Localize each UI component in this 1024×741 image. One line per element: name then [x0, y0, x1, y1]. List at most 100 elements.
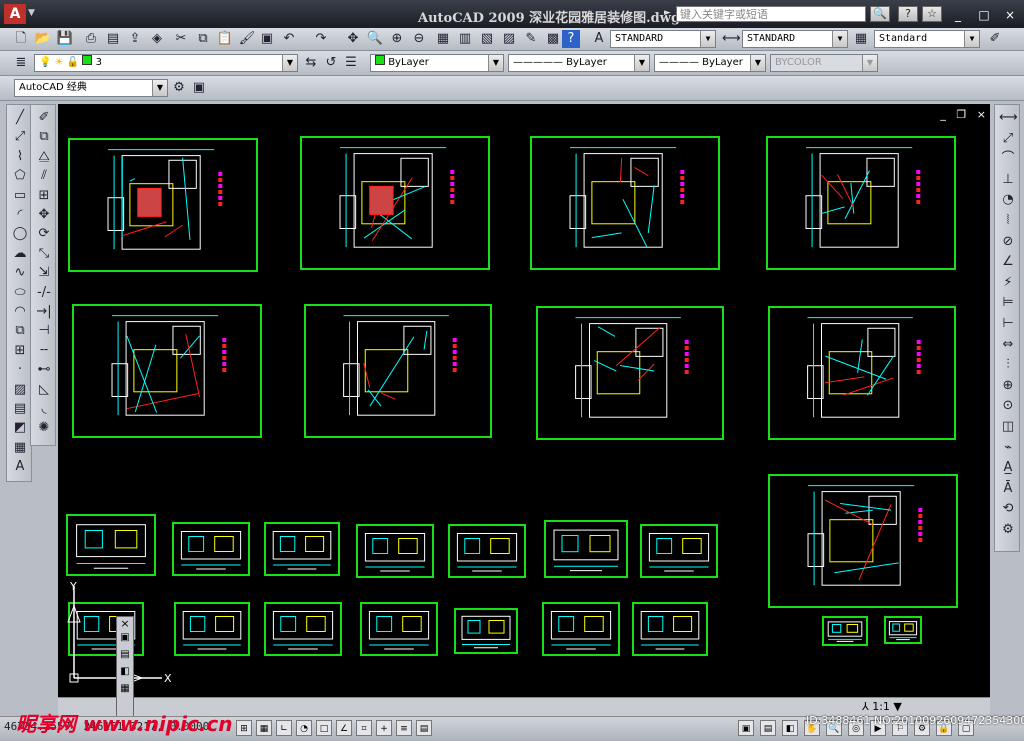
- line-icon[interactable]: ╱: [11, 109, 29, 127]
- new-file-icon[interactable]: 🗋: [12, 30, 30, 48]
- osnap-toggle-icon[interactable]: □: [316, 720, 332, 736]
- join-icon[interactable]: ⊷: [35, 361, 53, 379]
- layer-manager-icon[interactable]: ≣: [12, 54, 30, 72]
- linear-dim-icon[interactable]: ⟷: [999, 109, 1017, 127]
- aligned-dim-icon[interactable]: ⤢: [999, 130, 1017, 148]
- drawing-sheet[interactable]: [454, 608, 518, 654]
- publish-icon[interactable]: ⇪: [126, 30, 144, 48]
- text-style-icon[interactable]: A: [590, 30, 608, 48]
- rotate-icon[interactable]: ⟳: [35, 225, 53, 243]
- drawing-area[interactable]: _ ❐ × Y X: [58, 104, 990, 697]
- toolbar-icon-3[interactable]: ◧: [117, 666, 133, 677]
- offset-icon[interactable]: ⫽: [35, 167, 53, 185]
- workspace-select[interactable]: AutoCAD 经典▼: [14, 79, 168, 97]
- table-icon[interactable]: ▦: [11, 439, 29, 457]
- search-input[interactable]: 键入关键字或短语: [676, 6, 866, 22]
- construction-line-icon[interactable]: ⤢: [11, 128, 29, 146]
- fillet-icon[interactable]: ◟: [35, 400, 53, 418]
- drawing-restore-button[interactable]: ❐: [956, 108, 966, 121]
- quick-view-icon[interactable]: ◧: [782, 720, 798, 736]
- jogged-icon[interactable]: ⦚: [999, 212, 1017, 230]
- hatch-icon[interactable]: ▨: [11, 381, 29, 399]
- drawing-sheet[interactable]: [72, 304, 262, 438]
- save-workspace-icon[interactable]: ▣: [190, 79, 208, 97]
- drawing-sheet[interactable]: [544, 520, 628, 578]
- copy-icon[interactable]: ⧉: [194, 30, 212, 48]
- drawing-sheet[interactable]: [822, 616, 868, 646]
- pan-icon[interactable]: ✥: [344, 30, 362, 48]
- match-properties-icon[interactable]: 🖌: [238, 30, 256, 48]
- zoom-previous-icon[interactable]: ⊖: [410, 30, 428, 48]
- lineweight-select[interactable]: ———— ByLayer▼: [654, 54, 766, 72]
- dim-update-icon[interactable]: ⟲: [999, 500, 1017, 518]
- region-icon[interactable]: ◩: [11, 419, 29, 437]
- paste-icon[interactable]: 📋: [216, 30, 234, 48]
- quick-dim-icon[interactable]: ⚡: [999, 274, 1017, 292]
- tool-palettes-icon[interactable]: ▧: [478, 30, 496, 48]
- ordinate-icon[interactable]: ⊥: [999, 171, 1017, 189]
- dim-style-icon[interactable]: ⚙: [999, 521, 1017, 539]
- angular-icon[interactable]: ∠: [999, 253, 1017, 271]
- point-icon[interactable]: ·: [11, 361, 29, 379]
- rectangle-icon[interactable]: ▭: [11, 187, 29, 205]
- explode-icon[interactable]: ✺: [35, 419, 53, 437]
- otrack-toggle-icon[interactable]: ∠: [336, 720, 352, 736]
- chevron-down-icon[interactable]: ▼: [700, 31, 715, 47]
- drawing-sheet[interactable]: [304, 304, 492, 438]
- color-select[interactable]: ByLayer ▼: [370, 54, 504, 72]
- binoculars-icon[interactable]: 🔍: [870, 6, 890, 22]
- drawing-close-button[interactable]: ×: [977, 108, 986, 121]
- markup-icon[interactable]: ✎: [522, 30, 540, 48]
- move-icon[interactable]: ✥: [35, 206, 53, 224]
- design-center-icon[interactable]: ▥: [456, 30, 474, 48]
- chevron-down-icon[interactable]: ▼: [488, 55, 503, 71]
- arc-icon[interactable]: ◜: [11, 206, 29, 224]
- polar-toggle-icon[interactable]: ◔: [296, 720, 312, 736]
- break-icon[interactable]: ╌: [35, 342, 53, 360]
- layout-icon[interactable]: ▤: [760, 720, 776, 736]
- qp-toggle-icon[interactable]: ▤: [416, 720, 432, 736]
- sheet-set-icon[interactable]: ▨: [500, 30, 518, 48]
- gradient-icon[interactable]: ▤: [11, 400, 29, 418]
- drawing-sheet[interactable]: [768, 306, 956, 440]
- drawing-sheet[interactable]: [884, 616, 922, 644]
- toolbar-icon-2[interactable]: ▤: [117, 649, 133, 660]
- restore-button[interactable]: □: [976, 8, 992, 22]
- tolerance-icon[interactable]: ⊕: [999, 377, 1017, 395]
- linetype-select[interactable]: ————— ByLayer▼: [508, 54, 650, 72]
- plot-preview-icon[interactable]: ▤: [104, 30, 122, 48]
- help-icon[interactable]: ?: [898, 6, 918, 22]
- polygon-icon[interactable]: ⬠: [11, 167, 29, 185]
- plot-icon[interactable]: ⎙: [82, 30, 100, 48]
- chevron-down-icon[interactable]: ▼: [28, 8, 38, 20]
- dim-edit-icon[interactable]: A̲: [999, 459, 1017, 477]
- chevron-down-icon[interactable]: ▼: [750, 55, 765, 71]
- drawing-sheet[interactable]: [448, 524, 526, 578]
- spline-icon[interactable]: ∿: [11, 264, 29, 282]
- baseline-icon[interactable]: ⊨: [999, 294, 1017, 312]
- block-editor-icon[interactable]: ▣: [258, 30, 276, 48]
- open-file-icon[interactable]: 📂: [34, 30, 52, 48]
- zoom-realtime-icon[interactable]: 🔍: [366, 30, 384, 48]
- text-icon[interactable]: A: [11, 458, 29, 476]
- layer-select[interactable]: 💡 ☀ 🔓 3 ▼: [34, 54, 298, 72]
- toolbar-icon-4[interactable]: ▦: [117, 683, 133, 694]
- drawing-sheet[interactable]: [174, 602, 250, 656]
- save-icon[interactable]: 💾: [56, 30, 74, 48]
- chevron-down-icon[interactable]: ▼: [634, 55, 649, 71]
- jogged-linear-icon[interactable]: ⌁: [999, 439, 1017, 457]
- drawing-sheet[interactable]: [68, 138, 258, 272]
- close-icon[interactable]: ×: [117, 617, 133, 630]
- ellipse-arc-icon[interactable]: ◠: [11, 303, 29, 321]
- chevron-down-icon[interactable]: ▼: [832, 31, 847, 47]
- cut-icon[interactable]: ✂: [172, 30, 190, 48]
- chevron-down-icon[interactable]: ▼: [282, 55, 297, 71]
- scale-icon[interactable]: ⤡: [35, 245, 53, 263]
- drawing-sheet[interactable]: [66, 514, 156, 576]
- array-icon[interactable]: ⊞: [35, 187, 53, 205]
- snap-toggle-icon[interactable]: ⊞: [236, 720, 252, 736]
- insert-block-icon[interactable]: ⧉: [11, 322, 29, 340]
- inspection-icon[interactable]: ◫: [999, 418, 1017, 436]
- drawing-sheet[interactable]: [766, 136, 956, 270]
- model-icon[interactable]: ▣: [738, 720, 754, 736]
